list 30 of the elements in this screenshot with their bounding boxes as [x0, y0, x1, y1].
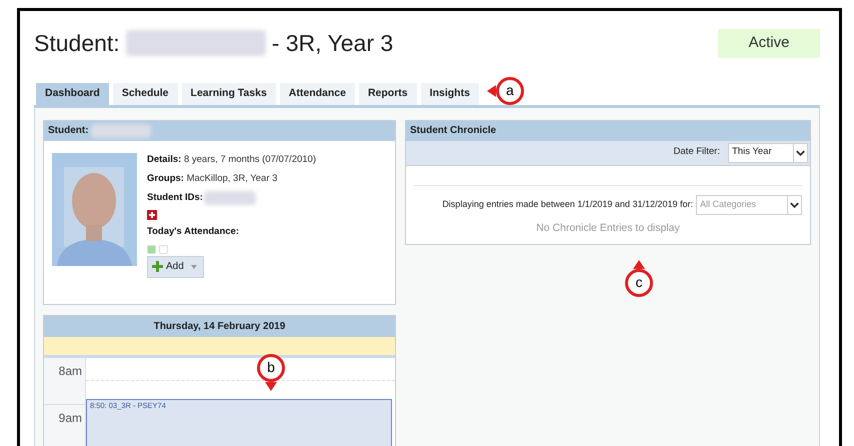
range-text: Displaying entries made between 1/1/2019 and 31/12/2019 for: — [442, 198, 693, 211]
ids-label: Student IDs: — [147, 191, 203, 205]
empty-message: No Chronicle Entries to display — [535, 220, 681, 236]
tab[interactable]: Dashboard — [36, 82, 109, 104]
chevron-down-icon — [787, 196, 801, 214]
tab[interactable]: Reports — [358, 82, 417, 104]
redacted-blur — [204, 191, 256, 206]
hour-label: 8am — [58, 362, 82, 380]
medical-cross-icon — [147, 210, 157, 220]
attendance-label: Today's Attendance: — [147, 225, 240, 240]
plus-icon — [152, 261, 163, 272]
tab[interactable]: Attendance — [280, 82, 355, 104]
panel-title: Student: — [48, 124, 89, 138]
redacted-blur — [90, 124, 151, 138]
page-title-suffix: - 3R, Year 3 — [272, 29, 394, 58]
tab[interactable]: Learning Tasks — [182, 82, 276, 104]
status-badge: Active — [718, 28, 820, 58]
chevron-down-icon — [793, 144, 807, 162]
date-filter-label: Date Filter: — [674, 145, 720, 160]
tab[interactable]: Insights — [420, 82, 479, 104]
date-filter-select[interactable]: This Year — [728, 142, 808, 162]
groups-text: Groups: MacKillop, 3R, Year 3 — [147, 172, 278, 186]
calendar-date: Thursday, 14 February 2019 — [44, 316, 395, 336]
details-text: Details: 8 years, 7 months (07/07/2010) — [147, 152, 316, 166]
page-title: Student: — [34, 29, 120, 58]
hour-label: 9am — [58, 410, 82, 426]
caret-icon — [190, 264, 197, 268]
add-button[interactable]: Add — [147, 256, 204, 278]
tab[interactable]: Schedule — [112, 82, 178, 104]
panel-title: Student Chronicle — [410, 124, 496, 138]
